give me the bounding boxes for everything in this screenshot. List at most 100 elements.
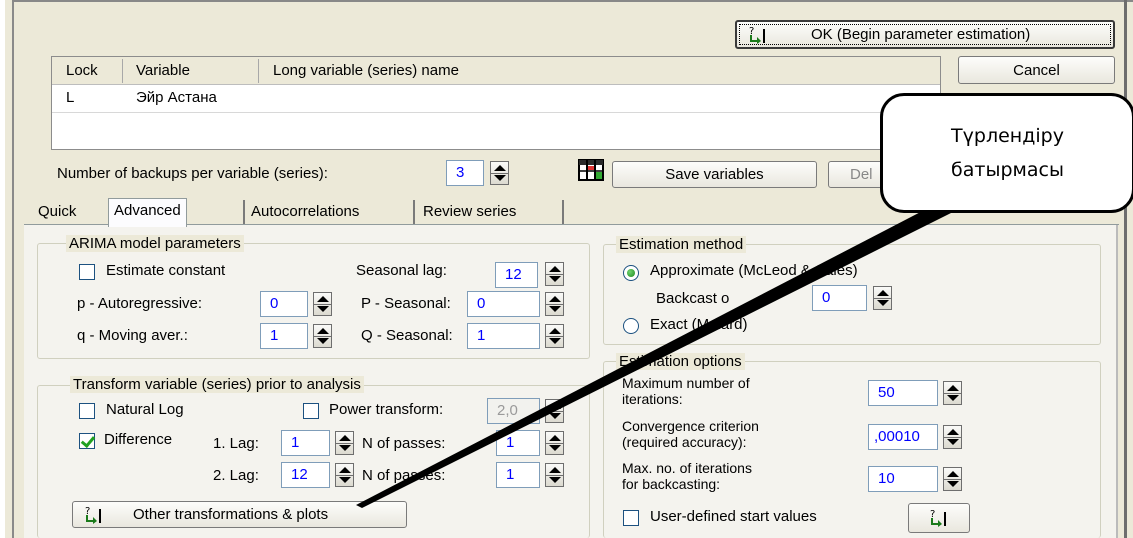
convergence-field[interactable]: ,00010 bbox=[868, 424, 938, 450]
table-row[interactable]: L Эйр Астана bbox=[52, 85, 940, 113]
lag2-passes-field[interactable]: 1 bbox=[496, 462, 540, 488]
column-separator bbox=[258, 59, 259, 83]
spin-down-icon bbox=[549, 338, 561, 344]
row-lock: L bbox=[66, 89, 75, 106]
backcast-iterations-field[interactable]: 10 bbox=[868, 466, 938, 492]
lag1-spinner[interactable] bbox=[335, 431, 354, 455]
lag2-field[interactable]: 12 bbox=[281, 462, 330, 488]
grid-save-icon[interactable] bbox=[577, 158, 607, 184]
estimate-constant-label: Estimate constant bbox=[106, 262, 226, 279]
transform-group-title: Transform variable (series) prior to ana… bbox=[70, 376, 364, 393]
spin-divider bbox=[546, 304, 563, 305]
backups-field[interactable]: 3 bbox=[446, 160, 484, 186]
convergence-label-1: Convergence criterion bbox=[622, 418, 759, 434]
tab-advanced[interactable]: Advanced bbox=[108, 198, 187, 227]
spin-up-icon bbox=[947, 429, 959, 435]
power-transform-field[interactable]: 2,0 bbox=[487, 398, 540, 424]
run-arrow-icon: ? bbox=[749, 26, 765, 44]
save-variables-button[interactable]: Save variables bbox=[612, 161, 817, 188]
spin-divider bbox=[314, 336, 331, 337]
tab-quick[interactable]: Quick bbox=[33, 200, 81, 225]
difference-checkbox[interactable] bbox=[79, 433, 95, 449]
max-iterations-label-1: Maximum number of bbox=[622, 375, 750, 391]
estimate-constant-checkbox[interactable] bbox=[79, 264, 95, 280]
backcast-iterations-spinner[interactable] bbox=[943, 467, 962, 491]
backcast-field[interactable]: 0 bbox=[812, 285, 867, 311]
tab-strip-line bbox=[24, 224, 1119, 225]
convergence-label-2: (required accuracy): bbox=[622, 434, 747, 450]
estimation-options-title: Estimation options bbox=[616, 353, 745, 370]
spin-down-icon bbox=[317, 306, 329, 312]
annotation-callout: Түрлендіру батырмасы bbox=[880, 93, 1133, 213]
tab-divider bbox=[562, 200, 564, 224]
Q-seasonal-field[interactable]: 1 bbox=[467, 323, 540, 349]
backcast-iterations-label-2: for backcasting: bbox=[622, 476, 721, 492]
q-field[interactable]: 1 bbox=[260, 323, 308, 349]
spin-down-icon bbox=[339, 445, 351, 451]
ok-button-label: OK (Begin parameter estimation) bbox=[811, 26, 1031, 43]
seasonal-lag-label: Seasonal lag: bbox=[356, 262, 447, 279]
estimation-method-title: Estimation method bbox=[616, 236, 747, 253]
spin-divider bbox=[336, 475, 353, 476]
max-iterations-spinner[interactable] bbox=[943, 381, 962, 405]
P-seasonal-field[interactable]: 0 bbox=[467, 291, 540, 317]
q-label: q - Moving aver.: bbox=[77, 327, 188, 344]
lag1-passes-field[interactable]: 1 bbox=[496, 430, 540, 456]
window-frame-right bbox=[1124, 0, 1127, 538]
spin-divider bbox=[546, 411, 563, 412]
power-transform-spinner[interactable] bbox=[545, 399, 564, 423]
save-variables-label: Save variables bbox=[665, 166, 764, 183]
arima-dialog: ? OK (Begin parameter estimation) Cancel… bbox=[0, 0, 1133, 538]
lag1-field[interactable]: 1 bbox=[281, 430, 330, 456]
p-field[interactable]: 0 bbox=[260, 291, 308, 317]
user-defined-start-label: User-defined start values bbox=[650, 508, 817, 525]
spin-down-icon bbox=[549, 276, 561, 282]
spin-down-icon bbox=[947, 481, 959, 487]
other-transformations-label: Other transformations & plots bbox=[133, 506, 329, 523]
seasonal-lag-spinner[interactable] bbox=[545, 262, 564, 286]
spin-down-icon bbox=[494, 175, 506, 181]
callout-line-1: Түрлендіру bbox=[951, 125, 1064, 147]
spin-up-icon bbox=[317, 328, 329, 334]
convergence-spinner[interactable] bbox=[943, 425, 962, 449]
backups-spinner[interactable] bbox=[490, 161, 509, 185]
p-spinner[interactable] bbox=[313, 292, 332, 316]
approximate-label: Approximate (McLeod & Sales) bbox=[650, 262, 858, 279]
user-defined-start-checkbox[interactable] bbox=[623, 510, 639, 526]
approximate-radio[interactable] bbox=[623, 265, 639, 281]
panel-right-border bbox=[1116, 225, 1118, 538]
tab-review-series[interactable]: Review series bbox=[418, 200, 521, 225]
spin-up-icon bbox=[549, 435, 561, 441]
delete-button-label: Del bbox=[850, 166, 873, 183]
spin-down-icon bbox=[339, 477, 351, 483]
spin-up-icon bbox=[549, 403, 561, 409]
difference-label: Difference bbox=[104, 431, 173, 448]
q-spinner[interactable] bbox=[313, 324, 332, 348]
lag2-spinner[interactable] bbox=[335, 463, 354, 487]
spin-divider bbox=[944, 437, 961, 438]
user-defined-start-button[interactable]: ? bbox=[908, 503, 970, 533]
variable-grid[interactable]: Lock Variable Long variable (series) nam… bbox=[51, 56, 941, 150]
natural-log-checkbox[interactable] bbox=[79, 403, 95, 419]
lag2-label: 2. Lag: bbox=[213, 467, 259, 484]
lag2-passes-spinner[interactable] bbox=[545, 463, 564, 487]
cancel-button[interactable]: Cancel bbox=[958, 56, 1115, 84]
Q-seasonal-spinner[interactable] bbox=[545, 324, 564, 348]
other-transformations-button[interactable]: ? Other transformations & plots bbox=[72, 501, 407, 528]
ok-begin-estimation-button[interactable]: ? OK (Begin parameter estimation) bbox=[735, 20, 1115, 49]
lag1-passes-spinner[interactable] bbox=[545, 431, 564, 455]
spin-down-icon bbox=[549, 445, 561, 451]
tab-autocorrelations[interactable]: Autocorrelations bbox=[246, 200, 364, 225]
backups-label: Number of backups per variable (series): bbox=[57, 165, 328, 182]
spin-up-icon bbox=[877, 290, 889, 296]
P-seasonal-spinner[interactable] bbox=[545, 292, 564, 316]
backcast-spinner[interactable] bbox=[873, 286, 892, 310]
window-frame-left bbox=[12, 0, 20, 538]
max-iterations-field[interactable]: 50 bbox=[868, 380, 938, 406]
seasonal-lag-field[interactable]: 12 bbox=[495, 262, 538, 288]
lag1-label: 1. Lag: bbox=[213, 435, 259, 452]
spin-up-icon bbox=[549, 467, 561, 473]
lag2-passes-label: N of passes: bbox=[362, 467, 446, 484]
exact-radio[interactable] bbox=[623, 318, 639, 334]
power-transform-checkbox[interactable] bbox=[303, 403, 319, 419]
